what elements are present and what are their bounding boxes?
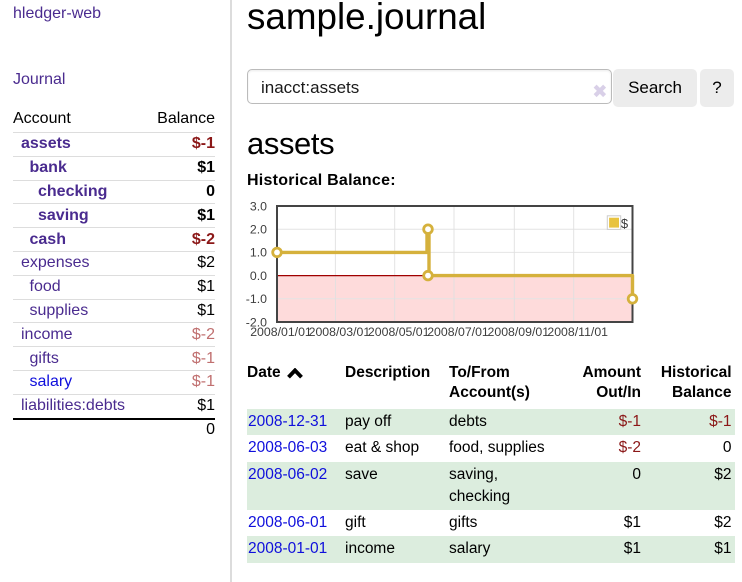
svg-text:2.0: 2.0	[250, 223, 267, 237]
svg-text:3.0: 3.0	[250, 199, 267, 213]
svg-text:2008/07/01: 2008/07/01	[427, 325, 489, 339]
svg-text:0.0: 0.0	[250, 269, 267, 283]
svg-text:2008/11/01: 2008/11/01	[547, 325, 608, 339]
svg-text:2008/03/01: 2008/03/01	[309, 325, 371, 339]
svg-text:2008/05/01: 2008/05/01	[368, 325, 430, 339]
svg-text:1.0: 1.0	[250, 246, 267, 260]
svg-text:2008/01/01: 2008/01/01	[250, 325, 312, 339]
svg-text:2008/09/01: 2008/09/01	[488, 325, 550, 339]
svg-text:$: $	[621, 216, 629, 231]
svg-text:-1.0: -1.0	[246, 292, 267, 306]
